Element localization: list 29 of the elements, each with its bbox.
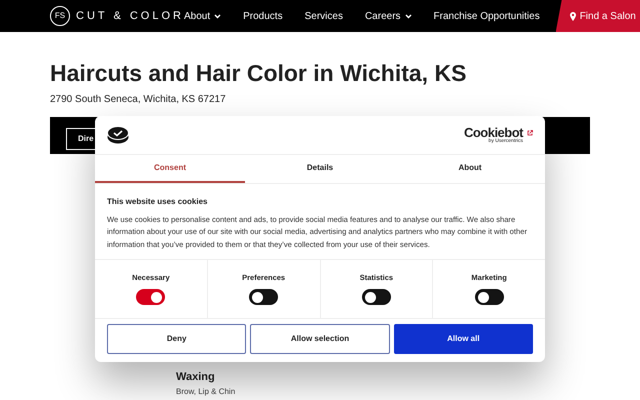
chevron-icon [214, 14, 222, 18]
page-title: Haircuts and Hair Color in Wichita, KS [50, 60, 468, 88]
dialog-button[interactable]: Allow all [394, 324, 533, 354]
find-salon-button[interactable]: Find a Salon [556, 0, 640, 32]
toggle-switch[interactable] [474, 289, 504, 306]
toggle-switch[interactable] [362, 289, 391, 306]
dialog-tab[interactable]: Details [245, 155, 395, 183]
nav-link[interactable]: Products [243, 8, 283, 24]
chevron-icon [404, 14, 412, 18]
logo-mark[interactable]: FS [50, 6, 70, 26]
service-detail: Brow, Lip & Chin [176, 386, 236, 398]
dialog-heading: This website uses cookies [107, 196, 208, 208]
logo-text[interactable]: CUT & COLOR [76, 8, 184, 24]
service-name: Waxing [176, 370, 216, 385]
dialog-button[interactable]: Allow selection [250, 324, 390, 354]
dialog-button[interactable]: Deny [107, 324, 246, 354]
nav-link[interactable]: About [184, 8, 222, 24]
dialog-tab[interactable]: Consent [95, 155, 245, 183]
brand-logo: Cookiebot [464, 126, 523, 139]
external-link-icon[interactable] [527, 130, 533, 136]
toggle-switch[interactable] [136, 289, 166, 306]
nav-link[interactable]: Franchise Opportunities [434, 8, 540, 24]
toggle-switch[interactable] [249, 289, 278, 306]
nav-link[interactable]: Services [304, 8, 343, 24]
location-pin-icon [570, 12, 576, 20]
cookie-check-icon [107, 126, 129, 144]
address-text: 2790 South Seneca, Wichita, KS 67217 [50, 92, 227, 107]
dialog-tab[interactable]: About [395, 155, 545, 183]
nav-link[interactable]: Careers [364, 8, 412, 24]
